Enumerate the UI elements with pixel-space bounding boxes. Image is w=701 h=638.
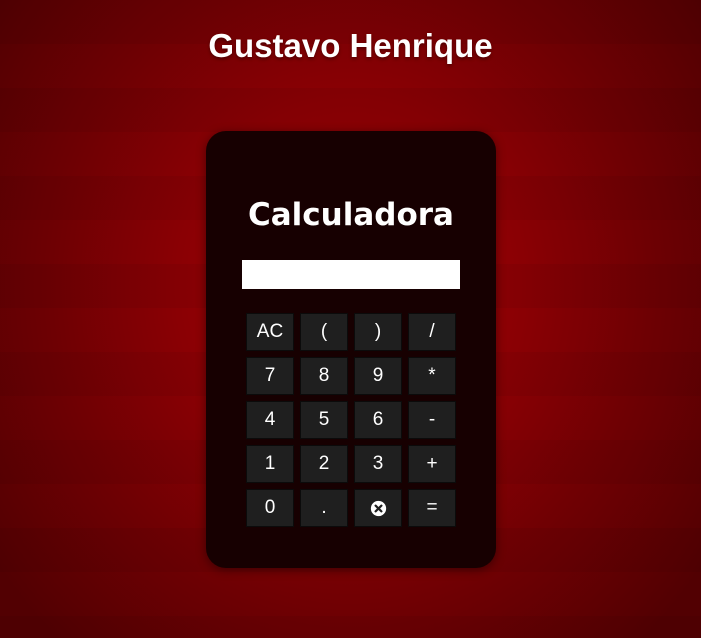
calculator-panel: Calculadora AC ( ) / 7 8 9 * 4 5 6 - 1 2…	[206, 131, 496, 568]
digit-3-button[interactable]: 3	[354, 445, 402, 483]
clear-all-button[interactable]: AC	[246, 313, 294, 351]
digit-1-button[interactable]: 1	[246, 445, 294, 483]
page-title: Gustavo Henrique	[208, 27, 493, 65]
keypad: AC ( ) / 7 8 9 * 4 5 6 - 1 2 3 + 0 . =	[246, 313, 456, 527]
digit-0-button[interactable]: 0	[246, 489, 294, 527]
subtract-button[interactable]: -	[408, 401, 456, 439]
digit-5-button[interactable]: 5	[300, 401, 348, 439]
calculator-title: Calculadora	[248, 197, 454, 233]
multiply-button[interactable]: *	[408, 357, 456, 395]
calculator-display-input[interactable]	[242, 260, 460, 289]
divide-button[interactable]: /	[408, 313, 456, 351]
digit-6-button[interactable]: 6	[354, 401, 402, 439]
clear-circle-icon	[370, 500, 386, 516]
digit-8-button[interactable]: 8	[300, 357, 348, 395]
close-paren-button[interactable]: )	[354, 313, 402, 351]
add-button[interactable]: +	[408, 445, 456, 483]
open-paren-button[interactable]: (	[300, 313, 348, 351]
digit-4-button[interactable]: 4	[246, 401, 294, 439]
digit-7-button[interactable]: 7	[246, 357, 294, 395]
digit-9-button[interactable]: 9	[354, 357, 402, 395]
equals-button[interactable]: =	[408, 489, 456, 527]
backspace-button[interactable]	[354, 489, 402, 527]
decimal-button[interactable]: .	[300, 489, 348, 527]
digit-2-button[interactable]: 2	[300, 445, 348, 483]
